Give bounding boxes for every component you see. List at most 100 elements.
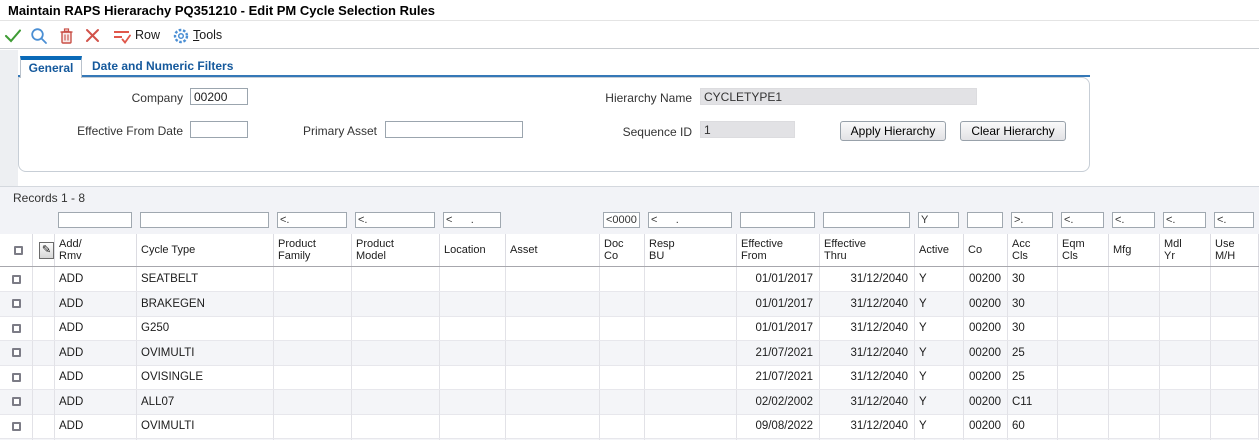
cell-mdl-yr[interactable] bbox=[1160, 292, 1211, 316]
cell-effective-from[interactable]: 02/02/2002 bbox=[737, 390, 820, 414]
filter-input-acc-cls[interactable] bbox=[1011, 212, 1053, 228]
apply-hierarchy-button[interactable]: Apply Hierarchy bbox=[840, 121, 946, 141]
filter-input-active[interactable] bbox=[918, 212, 959, 228]
cell-product-family[interactable] bbox=[274, 390, 352, 414]
cell-acc-cls[interactable]: 30 bbox=[1008, 316, 1058, 340]
cell-active[interactable]: Y bbox=[915, 390, 964, 414]
cell-effective-thru[interactable]: 31/12/2040 bbox=[820, 267, 915, 291]
filter-input-product-model[interactable] bbox=[355, 212, 435, 228]
cell-asset[interactable] bbox=[506, 414, 600, 438]
cell-asset[interactable] bbox=[506, 365, 600, 389]
cell-resp-bu[interactable] bbox=[645, 365, 737, 389]
cell-cycle-type[interactable]: G250 bbox=[137, 316, 274, 340]
row-select-checkbox[interactable] bbox=[12, 422, 21, 431]
cell-location[interactable] bbox=[440, 316, 506, 340]
cancel-x-icon[interactable] bbox=[81, 25, 103, 46]
row-select-checkbox[interactable] bbox=[12, 397, 21, 406]
filter-input-mdl-yr[interactable] bbox=[1163, 212, 1206, 228]
cell-location[interactable] bbox=[440, 267, 506, 291]
cell-resp-bu[interactable] bbox=[645, 414, 737, 438]
cell-co[interactable]: 00200 bbox=[964, 292, 1008, 316]
cell-product-family[interactable] bbox=[274, 292, 352, 316]
cell-effective-from[interactable]: 01/01/2017 bbox=[737, 316, 820, 340]
filter-input-product-family[interactable] bbox=[277, 212, 347, 228]
cell-doc-co[interactable] bbox=[600, 316, 645, 340]
tools-gear-icon[interactable] bbox=[170, 25, 192, 46]
cell-resp-bu[interactable] bbox=[645, 292, 737, 316]
filter-input-effective-from[interactable] bbox=[740, 212, 815, 228]
ok-check-icon[interactable] bbox=[2, 25, 24, 46]
cell-product-family[interactable] bbox=[274, 316, 352, 340]
cell-acc-cls[interactable]: 30 bbox=[1008, 267, 1058, 291]
row-select-checkbox[interactable] bbox=[12, 373, 21, 382]
cell-mfg[interactable] bbox=[1109, 341, 1160, 365]
cell-cycle-type[interactable]: ALL07 bbox=[137, 390, 274, 414]
row-select-checkbox[interactable] bbox=[12, 275, 21, 284]
cell-effective-thru[interactable]: 31/12/2040 bbox=[820, 390, 915, 414]
row-select-checkbox[interactable] bbox=[12, 299, 21, 308]
cell-mdl-yr[interactable] bbox=[1160, 316, 1211, 340]
cell-add-rmv[interactable]: ADD bbox=[55, 292, 137, 316]
cell-mfg[interactable] bbox=[1109, 365, 1160, 389]
cell-add-rmv[interactable]: ADD bbox=[55, 267, 137, 291]
cell-use-mh[interactable] bbox=[1211, 316, 1259, 340]
cell-doc-co[interactable] bbox=[600, 365, 645, 389]
cell-add-rmv[interactable]: ADD bbox=[55, 365, 137, 389]
cell-mdl-yr[interactable] bbox=[1160, 341, 1211, 365]
cell-resp-bu[interactable] bbox=[645, 341, 737, 365]
filter-input-location[interactable] bbox=[443, 212, 501, 228]
cell-co[interactable]: 00200 bbox=[964, 267, 1008, 291]
row-menu-label[interactable]: Row bbox=[135, 28, 160, 42]
cell-effective-thru[interactable]: 31/12/2040 bbox=[820, 292, 915, 316]
cell-mfg[interactable] bbox=[1109, 292, 1160, 316]
primary-asset-field[interactable] bbox=[385, 121, 523, 138]
cell-location[interactable] bbox=[440, 341, 506, 365]
cell-acc-cls[interactable]: 60 bbox=[1008, 414, 1058, 438]
cell-cycle-type[interactable]: OVIMULTI bbox=[137, 414, 274, 438]
cell-co[interactable]: 00200 bbox=[964, 341, 1008, 365]
cell-resp-bu[interactable] bbox=[645, 390, 737, 414]
cell-add-rmv[interactable]: ADD bbox=[55, 341, 137, 365]
filter-input-co[interactable] bbox=[967, 212, 1003, 228]
cell-add-rmv[interactable]: ADD bbox=[55, 390, 137, 414]
cell-location[interactable] bbox=[440, 390, 506, 414]
cell-asset[interactable] bbox=[506, 341, 600, 365]
cell-location[interactable] bbox=[440, 365, 506, 389]
cell-effective-thru[interactable]: 31/12/2040 bbox=[820, 365, 915, 389]
cell-location[interactable] bbox=[440, 292, 506, 316]
cell-product-model[interactable] bbox=[352, 267, 440, 291]
cell-eqm-cls[interactable] bbox=[1058, 292, 1109, 316]
clear-hierarchy-button[interactable]: Clear Hierarchy bbox=[960, 121, 1066, 141]
cell-use-mh[interactable] bbox=[1211, 414, 1259, 438]
filter-input-resp-bu[interactable] bbox=[648, 212, 732, 228]
cell-asset[interactable] bbox=[506, 316, 600, 340]
cell-use-mh[interactable] bbox=[1211, 390, 1259, 414]
cell-mfg[interactable] bbox=[1109, 316, 1160, 340]
cell-product-model[interactable] bbox=[352, 316, 440, 340]
cell-mdl-yr[interactable] bbox=[1160, 365, 1211, 389]
cell-eqm-cls[interactable] bbox=[1058, 267, 1109, 291]
tools-menu-label[interactable]: Tools bbox=[193, 28, 222, 42]
cell-eqm-cls[interactable] bbox=[1058, 316, 1109, 340]
cell-asset[interactable] bbox=[506, 390, 600, 414]
cell-doc-co[interactable] bbox=[600, 292, 645, 316]
tab-date-and-numeric-filters[interactable]: Date and Numeric Filters bbox=[92, 59, 233, 73]
cell-effective-from[interactable]: 01/01/2017 bbox=[737, 292, 820, 316]
cell-product-model[interactable] bbox=[352, 292, 440, 316]
cell-use-mh[interactable] bbox=[1211, 341, 1259, 365]
cell-eqm-cls[interactable] bbox=[1058, 390, 1109, 414]
company-field[interactable] bbox=[190, 88, 248, 105]
cell-resp-bu[interactable] bbox=[645, 267, 737, 291]
cell-effective-thru[interactable]: 31/12/2040 bbox=[820, 341, 915, 365]
filter-input-effective-thru[interactable] bbox=[823, 212, 910, 228]
cell-acc-cls[interactable]: 30 bbox=[1008, 292, 1058, 316]
cell-product-family[interactable] bbox=[274, 365, 352, 389]
row-select-checkbox[interactable] bbox=[12, 324, 21, 333]
cell-effective-from[interactable]: 21/07/2021 bbox=[737, 341, 820, 365]
cell-doc-co[interactable] bbox=[600, 341, 645, 365]
grid-customize-pencil-icon[interactable]: ✎ bbox=[39, 242, 54, 259]
cell-doc-co[interactable] bbox=[600, 414, 645, 438]
cell-mfg[interactable] bbox=[1109, 390, 1160, 414]
row-select-checkbox[interactable] bbox=[12, 348, 21, 357]
filter-input-mfg[interactable] bbox=[1112, 212, 1155, 228]
